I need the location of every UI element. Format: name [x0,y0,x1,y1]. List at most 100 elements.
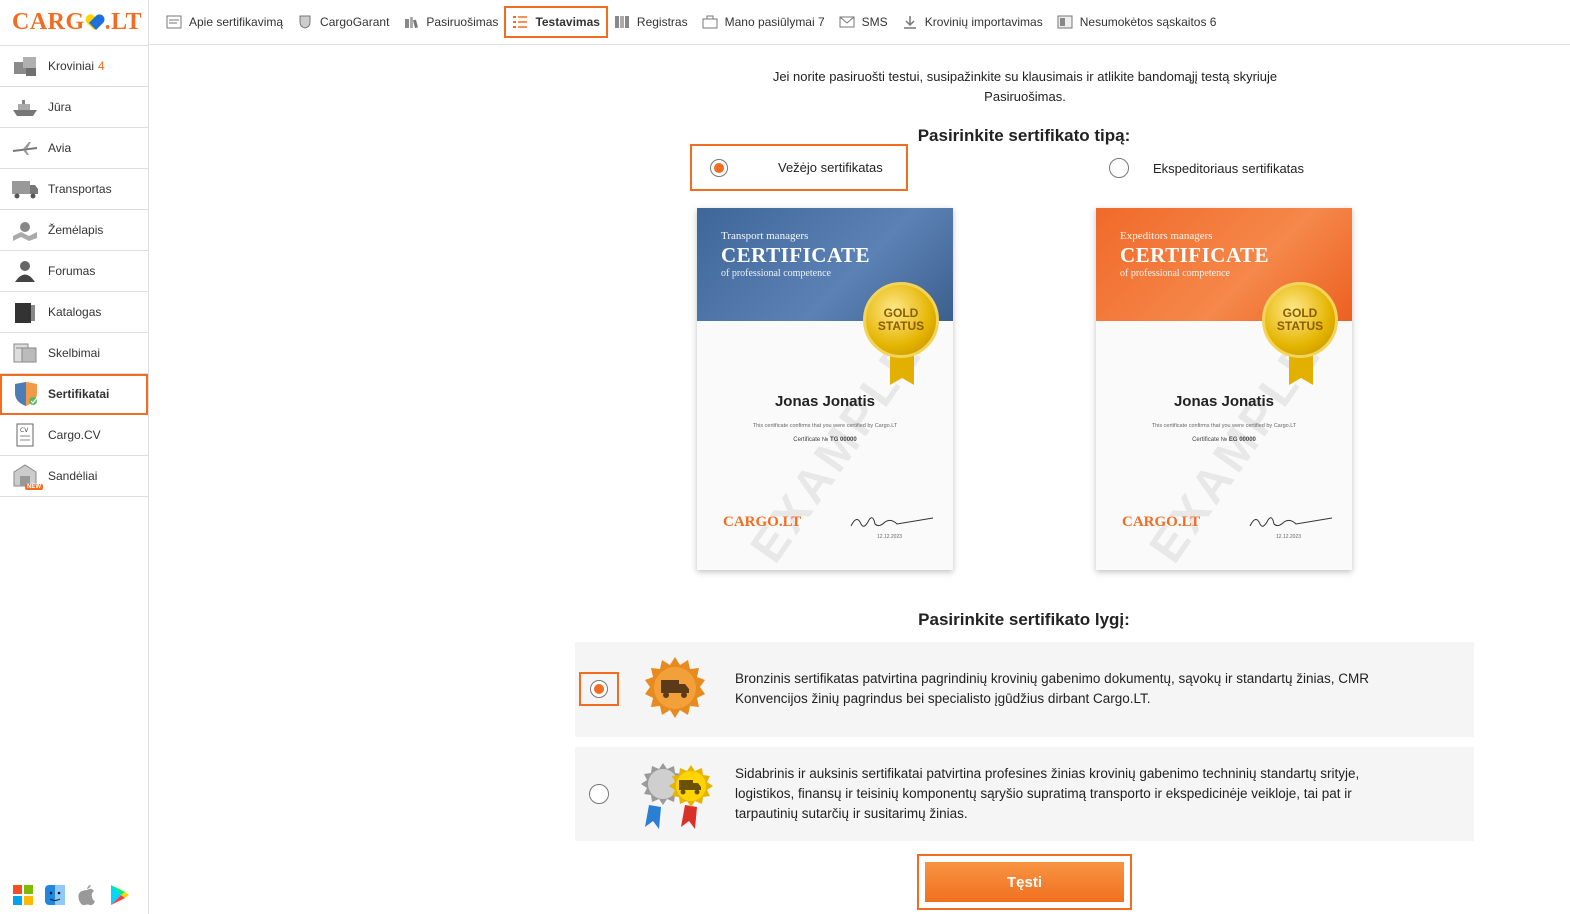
number-value: EG 00000 [1228,437,1256,443]
tab-cargogarant[interactable]: CargoGarant [290,7,396,37]
option-ekspeditoriaus-sertifikatas[interactable]: Ekspeditoriaus sertifikatas [1109,158,1304,178]
tab-nesumoketos-saskaitos[interactable]: Nesumokėtos sąskaitos 6 [1050,7,1224,37]
certificate-small-title: Transport managers [721,230,809,242]
sidebar-item-label: Sandėliai [48,469,98,483]
certificate-logo: CARGO.LT [723,514,802,530]
sidebar-item-forumas[interactable]: Forumas [0,251,148,292]
tab-label: Registras [636,15,688,29]
new-badge: NEW [25,484,43,490]
tab-label: Pasiruošimas [426,15,499,29]
tab-kroviniu-importavimas[interactable]: Krovinių importavimas [895,7,1050,37]
sidebar-item-kroviniai[interactable]: Kroviniai 4 [0,46,148,87]
sidebar-item-label: Skelbimai [48,346,101,360]
tab-label: SMS [861,15,888,29]
tab-registras[interactable]: Registras [607,7,695,37]
option-vezejo-sertifikatas[interactable]: Vežėjo sertifikatas [690,144,908,191]
checklist-icon [512,15,528,29]
sidebar-item-katalogas[interactable]: Katalogas [0,292,148,333]
certificate-logo: CARGO.LT [1122,514,1201,530]
certificate-preview-transport: Transport managers CERTIFICATE of profes… [697,208,953,570]
sidebar-item-sertifikatai[interactable]: Sertifikatai [0,374,148,415]
gold-medal: GOLD STATUS [863,282,939,358]
certificate-date: 12.12.2023 [1276,534,1302,540]
radio-silver-gold-wrap[interactable] [581,779,617,809]
certificate-title: CERTIFICATE [721,243,871,267]
platform-links [12,884,130,906]
sidebar-item-label: Transportas [48,182,112,196]
svg-text:CV: CV [20,427,29,434]
sidebar-item-label: Kroviniai [48,59,95,73]
medal-line2: STATUS [877,319,925,333]
sidebar: CARG. LT Kroviniai 4 Jūra Avia Transportas… [0,0,149,914]
cargo-logo[interactable]: CARG. LT [0,0,148,46]
certificate-type-heading: Pasirinkite sertifikato tipą: [917,126,1131,145]
map-icon [10,217,40,243]
tab-pasiruosimas[interactable]: Pasiruošimas [396,7,505,37]
google-play-icon[interactable] [108,884,130,906]
sidebar-item-label: Avia [48,141,72,155]
windows-icon[interactable] [12,884,34,906]
tab-testavimas[interactable]: Testavimas [504,6,608,38]
sidebar-item-zemelapis[interactable]: Žemėlapis [0,210,148,251]
sidebar-item-label: Katalogas [48,305,102,319]
shield-icon [297,15,313,29]
radio-silver-gold[interactable] [589,784,609,804]
certificate-number: Certificate № EG 00000 [1096,437,1352,443]
sidebar-item-label: Cargo.CV [48,428,101,442]
level-description: Sidabrinis ir auksinis sertifikatai patv… [735,766,1360,821]
logo-text-left: CARG [12,9,85,35]
radio-bronze[interactable] [590,680,608,698]
continue-button[interactable]: Tęsti [925,862,1124,902]
apple-icon[interactable] [76,884,98,906]
sidebar-item-cargo-cv[interactable]: CV Cargo.CV [0,415,148,456]
books-icon [403,15,419,29]
certificate-small-title: Expeditors managers [1120,230,1213,242]
tab-apie-sertifikavima[interactable]: Apie sertifikavimą [159,7,290,37]
kroviniai-count: 4 [98,59,105,73]
finder-icon[interactable] [44,884,66,906]
certificate-holder-name: Jonas Jonatis [774,393,876,410]
level-option-silver-gold[interactable]: Sidabrinis ir auksinis sertifikatai patv… [575,747,1474,841]
heart-icon [86,15,104,31]
number-label: Certificate № [793,437,829,443]
radio-bronze-wrap[interactable] [579,672,619,706]
certificate-number: Certificate № TG 00000 [697,437,953,443]
tab-label: CargoGarant [320,15,390,29]
signature [1249,517,1333,527]
registry-icon [614,15,630,29]
sidebar-item-skelbimai[interactable]: Skelbimai [0,333,148,374]
sidebar-item-avia[interactable]: Avia [0,128,148,169]
medal-line2: STATUS [1276,319,1324,333]
truck-icon [10,176,40,202]
airplane-icon [10,135,40,161]
continue-button-frame: Tęsti [917,854,1132,910]
certificate-date: 12.12.2023 [877,534,903,540]
intro-text: Jei norite pasiruošti testui, susipažink… [772,69,1278,104]
medal-line1: GOLD [1282,306,1318,320]
tab-label: Apie sertifikavimą [189,15,284,29]
sidebar-item-sandeliai[interactable]: NEW Sandėliai [0,456,148,497]
option-label: Ekspeditoriaus sertifikatas [1153,160,1305,176]
bronze-badge-icon [645,657,705,718]
cv-icon: CV [10,422,40,448]
sidebar-item-label: Žemėlapis [48,223,104,237]
radio-ekspeditoriaus[interactable] [1109,158,1129,178]
sidebar-item-jura[interactable]: Jūra [0,87,148,128]
sidebar-item-label: Forumas [48,264,96,278]
gold-medal: GOLD STATUS [1262,282,1338,358]
radio-vezejo[interactable] [710,158,728,177]
silver-gold-badge-icon [641,763,713,829]
tab-mano-pasiulymai[interactable]: Mano pasiūlymai 7 [695,7,832,37]
top-navigation: Apie sertifikavimą CargoGarant Pasiruoši… [149,0,1570,45]
sidebar-item-label: Sertifikatai [48,387,110,401]
shield-icon [10,381,40,407]
number-label: Certificate № [1192,437,1228,443]
sidebar-item-transportas[interactable]: Transportas [0,169,148,210]
signature [850,517,934,527]
certificate-preview-expeditors: Expeditors managers CERTIFICATE of profe… [1096,208,1352,570]
tab-label: Testavimas [535,15,600,29]
envelope-icon [839,15,855,29]
certificate-confirm-text: This certificate confirms that you were … [752,423,898,429]
level-option-bronze[interactable]: Bronzinis sertifikatas patvirtina pagrin… [575,642,1474,737]
tab-sms[interactable]: SMS [832,7,895,37]
